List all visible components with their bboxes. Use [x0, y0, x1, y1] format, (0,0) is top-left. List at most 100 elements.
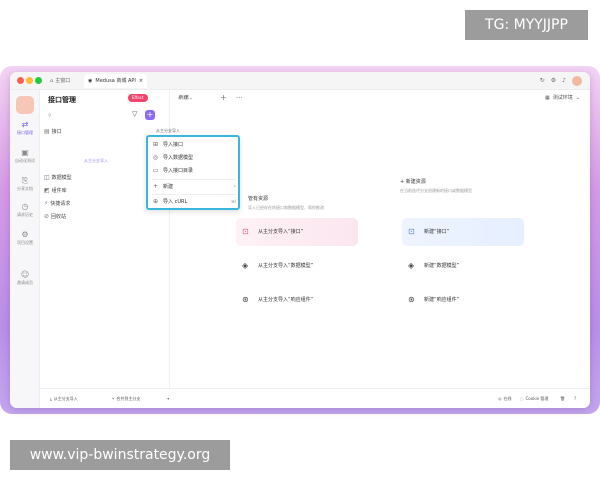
api-icon: ⊡	[242, 227, 249, 236]
cookie-button[interactable]: ◌ Cookie 管理	[520, 394, 548, 404]
app-logo	[16, 96, 34, 114]
settings-icon: ⚙	[21, 230, 29, 239]
option-label: 从主分支导入“接口”	[258, 229, 304, 235]
api-icon: ⊡	[408, 227, 415, 236]
nav-item-api[interactable]: ⇄ 接口管理	[10, 120, 40, 136]
menu-item-import-curl[interactable]: ⊕ 导入 cURL ⌘I	[152, 196, 236, 208]
nav-label: 接口管理	[17, 130, 33, 135]
request-pill[interactable]: Effect	[128, 94, 148, 102]
screenshot-root: ⌂ 主窗口 ◉ Medusa 商城 API × ↻ ⚙ ♪ ⇄ 接口管理 ▣ 自…	[0, 0, 600, 480]
section-desc-existing: 导入已经存在的接口和数据模型、帮你推改	[248, 205, 324, 210]
menu-divider	[152, 179, 236, 180]
env-select[interactable]: ▦ 测试环境 ⌄	[545, 94, 580, 102]
tree-item-components[interactable]: ◩ 组件库	[44, 187, 67, 195]
card-new: ⊡ 新建“接口” ◈ 新建“数据模型” ⊛ 新建“响应组件”	[394, 214, 532, 322]
tab-project[interactable]: ◉ Medusa 商城 API ×	[84, 74, 148, 88]
new-api-option[interactable]: ⊡ 新建“接口”	[402, 218, 524, 246]
import-dropdown-menu: ⊞ 导入接口 ◎ 导入数据模型 ▭ 导入接口目录 + 新建 › ⊕ 导入 cUR…	[146, 135, 240, 210]
home-icon: ⌂	[50, 78, 54, 84]
new-response-option[interactable]: ⊛ 新建“响应组件”	[402, 286, 524, 314]
menu-item-label: 新建	[163, 184, 174, 190]
nav-item-invite[interactable]: ☺ 邀请成员	[10, 270, 40, 286]
more-icon[interactable]: ···	[236, 92, 243, 104]
search-input[interactable]: ⚲	[48, 111, 136, 121]
menu-divider	[152, 194, 236, 195]
trash-icon[interactable]: 🗑	[560, 394, 565, 404]
nav-item-history[interactable]: ◷ 请求历史	[10, 202, 40, 218]
nav-item-settings[interactable]: ⚙ 项目设置	[10, 230, 40, 246]
section-head-new: + 新建资源	[400, 179, 426, 185]
import-main-button[interactable]: ⤓ 从主分支导入	[50, 394, 78, 404]
tree-item-api[interactable]: ▤ 接口	[44, 128, 62, 136]
filter-icon[interactable]: ▽	[132, 110, 137, 118]
bell-icon[interactable]: ♪	[562, 75, 566, 87]
option-label: 新建“接口”	[424, 229, 450, 235]
help-icon[interactable]: ?	[574, 394, 576, 404]
tree-hint: 从主分支导入	[84, 158, 108, 163]
shortcut-label: ⌘I	[230, 199, 236, 204]
menu-item-label: 导入接口	[163, 142, 184, 148]
test-icon: ▣	[21, 148, 29, 157]
minimize-window-button[interactable]	[26, 77, 33, 84]
option-label: 从主分支导入“响应组件”	[258, 297, 314, 303]
trash-icon: ⊘	[44, 213, 50, 220]
history-icon: ◷	[21, 202, 29, 211]
share-icon: ⎘	[21, 176, 29, 185]
tab-project-label: Medusa 商城 API	[95, 78, 136, 84]
new-model-option[interactable]: ◈ 新建“数据模型”	[402, 252, 524, 280]
maximize-window-button[interactable]	[35, 77, 42, 84]
tree-item-label: 数据模型	[51, 175, 72, 181]
watermark-top: TG: MYYJJPP	[465, 10, 588, 40]
tree-item-label: 接口	[51, 129, 62, 135]
link-icon: ⇄	[21, 120, 29, 129]
import-model-option[interactable]: ◈ 从主分支导入“数据模型”	[236, 252, 358, 280]
menu-item-new[interactable]: + 新建 ›	[152, 181, 236, 193]
request-tabs: Effect 新建... + ··· ▦ 测试环境 ⌄	[128, 90, 590, 106]
search-icon: ⚲	[48, 113, 52, 119]
menu-item-import-dir[interactable]: ▭ 导入接口目录	[152, 165, 236, 177]
left-nav: ⇄ 接口管理 ▣ 自动化测试 ⎘ 分享文档 ◷ 请求历史 ⚙ 项目设置 ☺ 邀请…	[10, 90, 40, 408]
chevron-down-icon: ⌄	[575, 95, 580, 101]
nav-label: 项目设置	[17, 240, 33, 245]
add-button[interactable]: +	[145, 110, 155, 120]
import-api-option[interactable]: ⊡ 从主分支导入“接口”	[236, 218, 358, 246]
bb-label: 从主分支导入	[53, 396, 78, 401]
add-tab-button[interactable]: +	[220, 92, 227, 104]
avatar[interactable]	[572, 76, 582, 86]
merge-main-button[interactable]: ⑂ 合并到主分支	[112, 394, 140, 404]
component-icon: ◩	[44, 187, 50, 194]
import-api-icon: ⊞	[152, 141, 159, 148]
download-icon: ⤓	[50, 396, 52, 401]
env-icon: ▦	[545, 95, 550, 101]
nav-label: 请求历史	[17, 212, 33, 217]
nav-item-autotest[interactable]: ▣ 自动化测试	[10, 148, 40, 164]
model-icon: ◫	[44, 174, 50, 181]
tree-item-models[interactable]: ◫ 数据模型	[44, 174, 72, 182]
bolt-icon: ⚡	[44, 200, 49, 207]
tree-item-label: 快捷请求	[50, 201, 71, 207]
option-label: 从主分支导入“数据模型”	[258, 263, 314, 269]
nav-item-share[interactable]: ⎘ 分享文档	[10, 176, 40, 192]
section-desc-new: 在当前迭代分支创建新的接口或数据模型	[400, 188, 472, 193]
close-icon[interactable]: ×	[139, 74, 143, 88]
menu-item-import-model[interactable]: ◎ 导入数据模型	[152, 152, 236, 164]
tab-new[interactable]: 新建...	[178, 94, 193, 102]
close-window-button[interactable]	[17, 77, 24, 84]
tab-home[interactable]: ⌂ 主窗口	[50, 75, 70, 87]
import-response-option[interactable]: ⊛ 从主分支导入“响应组件”	[236, 286, 358, 314]
tree-item-quick[interactable]: ⚡ 快捷请求	[44, 200, 70, 208]
refresh-icon[interactable]: ↻	[540, 75, 545, 87]
panel-title: 接口管理	[48, 96, 76, 104]
branch-icon: ⑂	[112, 396, 115, 401]
nav-label: 自动化测试	[15, 158, 35, 163]
expand-icon[interactable]: ⇥	[166, 394, 169, 404]
gear-icon[interactable]: ⚙	[551, 75, 556, 87]
online-status[interactable]: ◎ 在线	[498, 394, 512, 404]
bb-label: 在线	[503, 396, 512, 401]
response-icon: ⊛	[242, 295, 249, 304]
tree-item-trash[interactable]: ⊘ 回收站	[44, 213, 66, 221]
menu-item-import-api[interactable]: ⊞ 导入接口	[152, 139, 236, 151]
menu-item-label: 导入接口目录	[163, 168, 194, 174]
import-label: 从主分支导入	[156, 128, 180, 133]
titlebar-icons: ↻ ⚙ ♪	[540, 75, 582, 87]
